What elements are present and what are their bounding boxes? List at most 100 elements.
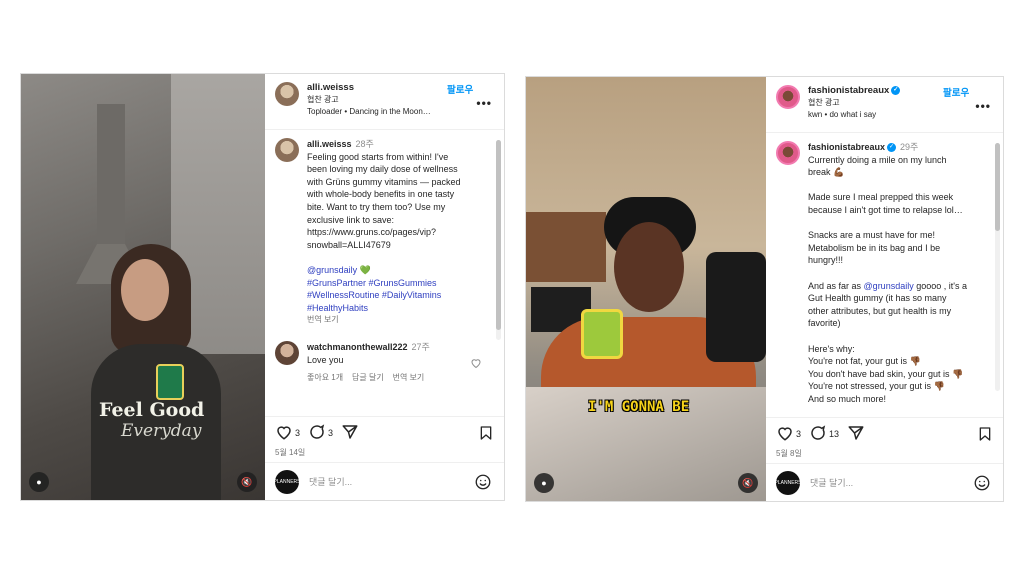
hashtag-line[interactable]: #HealthyHabits bbox=[307, 302, 461, 315]
caption-line: Snacks are a must have for me! bbox=[808, 230, 936, 241]
comments-section: alli.weisss 28주 Feeling good starts from … bbox=[265, 130, 504, 416]
product-pouch bbox=[581, 309, 623, 359]
emoji-icon[interactable] bbox=[973, 474, 991, 494]
mention-link[interactable]: @grunsdaily bbox=[864, 281, 914, 291]
scrollbar[interactable] bbox=[496, 140, 501, 340]
sponsored-label: 협찬 광고 bbox=[307, 95, 339, 104]
caption-line: Made sure I meal prepped this week bbox=[808, 192, 954, 203]
caption-link[interactable]: snowball=ALLI47679 bbox=[307, 239, 461, 252]
post-2-sidebar: fashionistabreaux ✓ 협찬 광고 kwn • do what i… bbox=[766, 77, 1003, 501]
audio-label[interactable]: kwn • do what i say bbox=[808, 109, 900, 121]
overlay-subtitle: Everyday bbox=[121, 421, 202, 441]
like-count: 3 bbox=[796, 429, 802, 439]
backpack bbox=[706, 252, 766, 362]
verified-badge-icon: ✓ bbox=[891, 85, 901, 95]
username[interactable]: alli.weisss bbox=[307, 82, 431, 94]
caption-line: favorite) bbox=[808, 318, 841, 329]
avatar[interactable] bbox=[776, 141, 800, 165]
caption-line: exclusive link to save: bbox=[307, 214, 395, 225]
caption-line: been loving my daily dose of wellness bbox=[307, 164, 458, 175]
add-comment-input[interactable]: 댓글 달기... bbox=[810, 476, 853, 489]
caption-line: And so much more! bbox=[808, 393, 887, 404]
caption-line: hungry!!! bbox=[808, 255, 844, 266]
tagged-user-icon[interactable]: ● bbox=[534, 473, 554, 493]
reply-link[interactable]: 답글 달기 bbox=[352, 373, 384, 382]
like-icon[interactable] bbox=[275, 423, 293, 443]
like-icon[interactable] bbox=[776, 424, 794, 444]
comment-count: 13 bbox=[829, 429, 840, 439]
emoji-icon[interactable] bbox=[474, 473, 492, 493]
follow-button[interactable]: 팔로우 bbox=[943, 85, 969, 99]
audio-label[interactable]: Toploader • Dancing in the Moon… bbox=[307, 106, 431, 118]
tagged-user-icon[interactable]: ● bbox=[29, 472, 49, 492]
caption-line: with Grüns gummy vitamins — packed bbox=[307, 176, 461, 187]
comment-likes[interactable]: 좋아요 1개 bbox=[307, 373, 343, 382]
avatar[interactable] bbox=[776, 85, 800, 109]
comment-count: 3 bbox=[328, 428, 334, 438]
verified-badge-icon: ✓ bbox=[887, 143, 897, 153]
post-1-sidebar: alli.weisss 협찬 광고 Toploader • Dancing in… bbox=[265, 74, 504, 500]
caption-line: break 💪🏾 bbox=[808, 167, 845, 178]
comment-like-icon[interactable] bbox=[470, 357, 482, 385]
mention-link[interactable]: @grunsdaily 💚 bbox=[307, 264, 461, 277]
caption-link[interactable]: https://www.gruns.co/pages/vip? bbox=[307, 226, 461, 239]
caption-time: 28주 bbox=[355, 139, 374, 149]
mute-icon[interactable]: 🔇 bbox=[237, 472, 257, 492]
comment-username[interactable]: watchmanonthewall222 bbox=[307, 342, 408, 352]
person-face bbox=[121, 259, 169, 321]
like-count: 3 bbox=[295, 428, 301, 438]
add-comment-bar: PLANNERS 댓글 달기... bbox=[766, 463, 1003, 501]
caption-line: Here's why: bbox=[808, 343, 855, 354]
caption-line: You're not fat, your gut is 👎🏾 bbox=[808, 356, 921, 367]
avatar[interactable] bbox=[275, 82, 299, 106]
caption: alli.weisss 28주 Feeling good starts from … bbox=[275, 138, 494, 327]
scrollbar[interactable] bbox=[995, 143, 1000, 391]
username[interactable]: fashionistabreaux bbox=[808, 85, 889, 96]
caption-line: Gut Health gummy (it has so many bbox=[808, 293, 947, 304]
brand-avatar: PLANNERS bbox=[775, 470, 801, 495]
share-icon[interactable] bbox=[847, 424, 865, 444]
share-icon[interactable] bbox=[341, 423, 359, 443]
post-card-1: Feel Good Everyday ● 🔇 alli.weisss 협찬 광고… bbox=[20, 73, 505, 501]
hashtag-line[interactable]: #GrunsPartner #GrunsGummies bbox=[307, 277, 461, 290]
caption-username[interactable]: alli.weisss bbox=[307, 139, 352, 149]
translate-link[interactable]: 번역 보기 bbox=[393, 373, 425, 382]
scrollbar-thumb[interactable] bbox=[995, 143, 1000, 231]
scrollbar-thumb[interactable] bbox=[496, 140, 501, 330]
more-options-icon[interactable]: ••• bbox=[975, 99, 991, 113]
caption-line: And as far as bbox=[808, 280, 862, 291]
caption-line: because I ain't got time to relapse lol… bbox=[808, 204, 963, 215]
post-1-header: alli.weisss 협찬 광고 Toploader • Dancing in… bbox=[265, 74, 504, 130]
post-date: 5월 14일 bbox=[275, 448, 306, 457]
comment-icon[interactable] bbox=[809, 424, 827, 444]
bookmark-icon[interactable] bbox=[478, 425, 494, 443]
post-2-media[interactable]: I'M GONNA BE ● 🔇 bbox=[526, 77, 766, 501]
range-hood-pipe bbox=[97, 104, 125, 244]
post-1-media[interactable]: Feel Good Everyday ● 🔇 bbox=[21, 74, 265, 500]
action-bar: 3 13 5월 8일 bbox=[766, 417, 1003, 463]
product-pouch bbox=[156, 364, 184, 400]
caption-username[interactable]: fashionistabreaux bbox=[808, 142, 885, 152]
caption-time: 29주 bbox=[900, 142, 919, 152]
comment-icon[interactable] bbox=[308, 423, 326, 443]
comment: watchmanonthewall222 27주 Love you 좋아요 1개 … bbox=[275, 340, 494, 385]
caption-line: Metabolism be in its bag and I be bbox=[808, 242, 941, 253]
follow-button[interactable]: 팔로우 bbox=[447, 82, 473, 96]
post-card-2: I'M GONNA BE ● 🔇 fashionistabreaux ✓ 협찬 광… bbox=[525, 76, 1004, 502]
more-options-icon[interactable]: ••• bbox=[476, 96, 492, 110]
action-bar: 3 3 5월 14일 bbox=[265, 416, 504, 462]
caption-line: Feeling good starts from within! I've bbox=[307, 151, 449, 162]
avatar[interactable] bbox=[275, 340, 299, 365]
avatar[interactable] bbox=[275, 138, 299, 162]
kitchen-cabinet bbox=[526, 212, 606, 282]
see-translation-link[interactable]: 번역 보기 bbox=[307, 314, 461, 327]
overlay-title: Feel Good bbox=[99, 399, 205, 421]
add-comment-input[interactable]: 댓글 달기... bbox=[309, 475, 352, 488]
mute-icon[interactable]: 🔇 bbox=[738, 473, 758, 493]
post-2-header: fashionistabreaux ✓ 협찬 광고 kwn • do what i… bbox=[766, 77, 1003, 133]
hashtag-line[interactable]: #WellnessRoutine #DailyVitamins bbox=[307, 289, 461, 302]
add-comment-bar: PLANNERS 댓글 달기... bbox=[265, 462, 504, 500]
bookmark-icon[interactable] bbox=[977, 426, 993, 444]
caption-line: You don't have bad skin, your gut is 👎🏾 bbox=[808, 368, 964, 379]
caption-line: goooo , it's a bbox=[913, 280, 967, 291]
